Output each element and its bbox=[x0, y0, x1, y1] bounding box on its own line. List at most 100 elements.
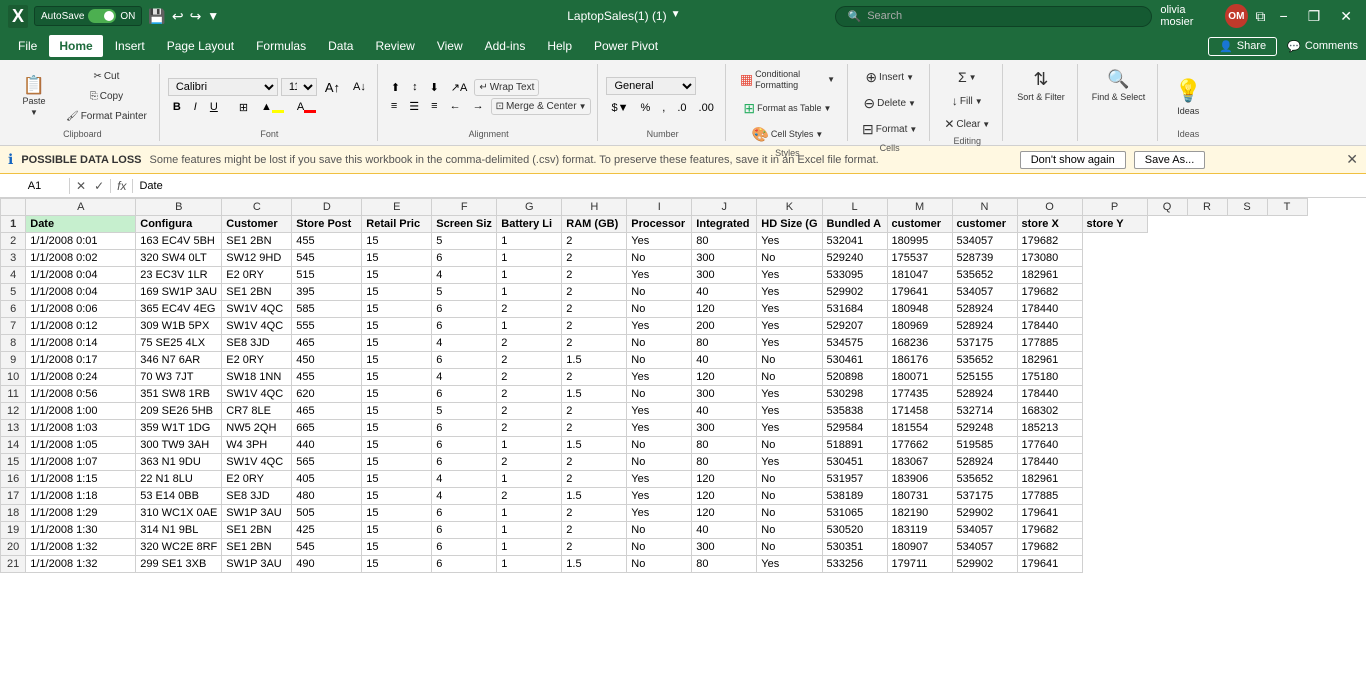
merge-center-button[interactable]: ⊡ Merge & Center ▼ bbox=[491, 98, 592, 115]
cell-r10-c4[interactable]: 455 bbox=[292, 369, 362, 386]
cell-r12-c4[interactable]: 465 bbox=[292, 403, 362, 420]
cell-r20-c4[interactable]: 545 bbox=[292, 539, 362, 556]
format-painter-button[interactable]: 🖌 Format Painter bbox=[60, 108, 153, 125]
cell-r18-c1[interactable]: 1/1/2008 1:29 bbox=[26, 505, 136, 522]
header-cell-1[interactable]: Configura bbox=[136, 216, 222, 233]
cell-r7-c5[interactable]: 15 bbox=[362, 318, 432, 335]
cell-r19-c5[interactable]: 15 bbox=[362, 522, 432, 539]
menu-home[interactable]: Home bbox=[49, 35, 102, 57]
cell-r8-c11[interactable]: Yes bbox=[757, 335, 822, 352]
cell-r14-c14[interactable]: 519585 bbox=[952, 437, 1017, 454]
cell-r6-c12[interactable]: 531684 bbox=[822, 301, 887, 318]
cell-r11-c10[interactable]: 300 bbox=[692, 386, 757, 403]
cell-r11-c9[interactable]: No bbox=[627, 386, 692, 403]
header-cell-3[interactable]: Store Post bbox=[292, 216, 362, 233]
cell-r4-c4[interactable]: 515 bbox=[292, 267, 362, 284]
cell-r14-c1[interactable]: 1/1/2008 1:05 bbox=[26, 437, 136, 454]
cell-r5-c5[interactable]: 15 bbox=[362, 284, 432, 301]
cell-r16-c11[interactable]: No bbox=[757, 471, 822, 488]
cell-r5-c9[interactable]: No bbox=[627, 284, 692, 301]
cell-r18-c4[interactable]: 505 bbox=[292, 505, 362, 522]
cell-r5-c1[interactable]: 1/1/2008 0:04 bbox=[26, 284, 136, 301]
cell-r4-c11[interactable]: Yes bbox=[757, 267, 822, 284]
fill-color-button[interactable]: ▲ bbox=[256, 99, 289, 115]
delete-button[interactable]: ⊖ Delete ▼ bbox=[857, 92, 922, 115]
cell-r21-c5[interactable]: 15 bbox=[362, 556, 432, 573]
cell-r8-c3[interactable]: SE8 3JD bbox=[222, 335, 292, 352]
cell-r9-c2[interactable]: 346 N7 6AR bbox=[136, 352, 222, 369]
font-size-select[interactable]: 11 bbox=[281, 78, 317, 96]
col-header-S[interactable]: S bbox=[1227, 199, 1267, 216]
cell-r20-c15[interactable]: 179682 bbox=[1017, 539, 1082, 556]
cell-r16-c8[interactable]: 2 bbox=[562, 471, 627, 488]
save-icon[interactable]: 💾 bbox=[148, 8, 165, 25]
cell-r13-c2[interactable]: 359 W1T 1DG bbox=[136, 420, 222, 437]
cell-r14-c4[interactable]: 440 bbox=[292, 437, 362, 454]
cell-r9-c13[interactable]: 186176 bbox=[887, 352, 952, 369]
wrap-text-button[interactable]: ↵ Wrap Text bbox=[474, 79, 539, 96]
cell-r3-c8[interactable]: 2 bbox=[562, 250, 627, 267]
cell-r8-c2[interactable]: 75 SE25 4LX bbox=[136, 335, 222, 352]
cell-r3-c2[interactable]: 320 SW4 0LT bbox=[136, 250, 222, 267]
cell-r4-c9[interactable]: Yes bbox=[627, 267, 692, 284]
cell-r10-c3[interactable]: SW18 1NN bbox=[222, 369, 292, 386]
cell-r17-c7[interactable]: 2 bbox=[497, 488, 562, 505]
header-cell-6[interactable]: Battery Li bbox=[497, 216, 562, 233]
cell-r10-c15[interactable]: 175180 bbox=[1017, 369, 1082, 386]
cell-r13-c13[interactable]: 181554 bbox=[887, 420, 952, 437]
cell-r10-c5[interactable]: 15 bbox=[362, 369, 432, 386]
cell-r15-c14[interactable]: 528924 bbox=[952, 454, 1017, 471]
cell-r13-c14[interactable]: 529248 bbox=[952, 420, 1017, 437]
header-cell-10[interactable]: HD Size (G bbox=[757, 216, 822, 233]
cell-r4-c15[interactable]: 182961 bbox=[1017, 267, 1082, 284]
cell-r17-c11[interactable]: No bbox=[757, 488, 822, 505]
cell-r19-c6[interactable]: 6 bbox=[432, 522, 497, 539]
cell-r7-c12[interactable]: 529207 bbox=[822, 318, 887, 335]
cell-r16-c6[interactable]: 4 bbox=[432, 471, 497, 488]
cell-r7-c2[interactable]: 309 W1B 5PX bbox=[136, 318, 222, 335]
cell-r20-c12[interactable]: 530351 bbox=[822, 539, 887, 556]
cell-r12-c15[interactable]: 168302 bbox=[1017, 403, 1082, 420]
cell-r20-c9[interactable]: No bbox=[627, 539, 692, 556]
cell-r21-c3[interactable]: SW1P 3AU bbox=[222, 556, 292, 573]
cell-r9-c9[interactable]: No bbox=[627, 352, 692, 369]
cell-r17-c13[interactable]: 180731 bbox=[887, 488, 952, 505]
currency-button[interactable]: $▼ bbox=[606, 100, 633, 116]
cell-r3-c6[interactable]: 6 bbox=[432, 250, 497, 267]
cell-r20-c1[interactable]: 1/1/2008 1:32 bbox=[26, 539, 136, 556]
restore-button[interactable]: ❐ bbox=[1302, 8, 1327, 25]
cell-r19-c8[interactable]: 2 bbox=[562, 522, 627, 539]
cell-r12-c10[interactable]: 40 bbox=[692, 403, 757, 420]
cell-r13-c3[interactable]: NW5 2QH bbox=[222, 420, 292, 437]
cell-r19-c15[interactable]: 179682 bbox=[1017, 522, 1082, 539]
menu-addins[interactable]: Add-ins bbox=[475, 35, 536, 57]
cell-r13-c7[interactable]: 2 bbox=[497, 420, 562, 437]
cell-r14-c3[interactable]: W4 3PH bbox=[222, 437, 292, 454]
cell-r10-c10[interactable]: 120 bbox=[692, 369, 757, 386]
cell-r14-c15[interactable]: 177640 bbox=[1017, 437, 1082, 454]
cell-r4-c2[interactable]: 23 EC3V 1LR bbox=[136, 267, 222, 284]
cell-r15-c9[interactable]: No bbox=[627, 454, 692, 471]
cell-r15-c1[interactable]: 1/1/2008 1:07 bbox=[26, 454, 136, 471]
menu-file[interactable]: File bbox=[8, 35, 47, 57]
cell-r9-c5[interactable]: 15 bbox=[362, 352, 432, 369]
menu-page-layout[interactable]: Page Layout bbox=[157, 35, 244, 57]
cell-r16-c12[interactable]: 531957 bbox=[822, 471, 887, 488]
cell-r18-c14[interactable]: 529902 bbox=[952, 505, 1017, 522]
comma-button[interactable]: , bbox=[657, 100, 670, 116]
cell-r21-c13[interactable]: 179711 bbox=[887, 556, 952, 573]
cell-r7-c7[interactable]: 1 bbox=[497, 318, 562, 335]
cell-r17-c2[interactable]: 53 E14 0BB bbox=[136, 488, 222, 505]
cell-r7-c8[interactable]: 2 bbox=[562, 318, 627, 335]
cell-r21-c2[interactable]: 299 SE1 3XB bbox=[136, 556, 222, 573]
cut-button[interactable]: ✂ Cut bbox=[60, 68, 153, 85]
cell-r17-c4[interactable]: 480 bbox=[292, 488, 362, 505]
cell-r13-c9[interactable]: Yes bbox=[627, 420, 692, 437]
cell-r17-c6[interactable]: 4 bbox=[432, 488, 497, 505]
header-cell-11[interactable]: Bundled A bbox=[822, 216, 887, 233]
cell-r8-c13[interactable]: 168236 bbox=[887, 335, 952, 352]
cell-r5-c6[interactable]: 5 bbox=[432, 284, 497, 301]
share-window-icon[interactable]: ⧉ bbox=[1256, 8, 1266, 25]
cell-r19-c10[interactable]: 40 bbox=[692, 522, 757, 539]
cell-r11-c6[interactable]: 6 bbox=[432, 386, 497, 403]
